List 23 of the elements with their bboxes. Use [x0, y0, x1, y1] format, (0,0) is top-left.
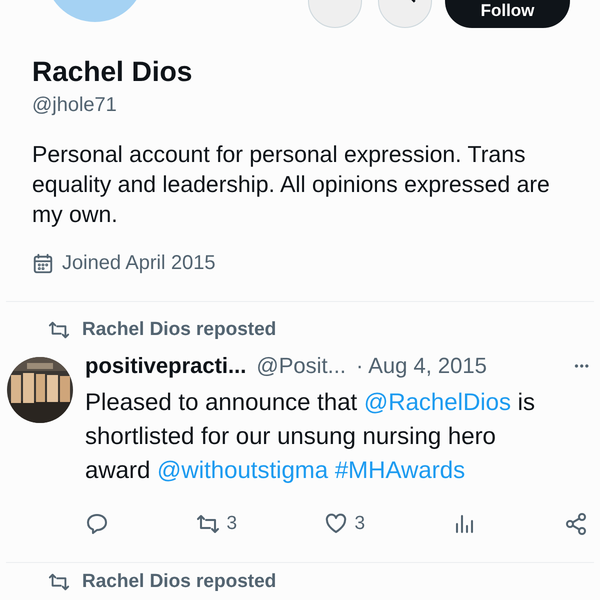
- post-text: Pleased to announce that @RachelDios is shortlisted for our unsung nursing hero award @withoutstigma #MHAwards: [85, 388, 536, 486]
- repost-button[interactable]: 3: [196, 512, 238, 536]
- like-button[interactable]: 3: [324, 512, 366, 536]
- profile-handle: @jhole71: [32, 94, 118, 117]
- repost-label: Rachel Dios reposted: [82, 319, 276, 341]
- follow-button[interactable]: Follow: [445, 0, 570, 28]
- repost-icon: [48, 319, 70, 341]
- reply-icon: [85, 512, 109, 536]
- share-button[interactable]: [564, 512, 588, 536]
- reply-button[interactable]: [85, 512, 109, 536]
- post-date: · Aug 4, 2015: [356, 353, 487, 379]
- repost-icon: [196, 512, 220, 536]
- joined-date: Joined April 2015: [62, 252, 216, 275]
- author-handle[interactable]: @Posit...: [256, 353, 346, 379]
- repost-label: Rachel Dios reposted: [82, 571, 276, 593]
- heart-icon: [324, 512, 348, 536]
- repost-icon: [48, 571, 70, 593]
- share-icon: [564, 512, 588, 536]
- profile-name: Rachel Dios: [32, 56, 194, 88]
- calendar-icon: [32, 252, 54, 274]
- more-button[interactable]: •••: [574, 359, 590, 373]
- author-name[interactable]: positivepracti...: [85, 353, 246, 379]
- profile-bio: Personal account for personal expression. Trans equality and leadership. All opinions expressed are my own.: [32, 140, 551, 229]
